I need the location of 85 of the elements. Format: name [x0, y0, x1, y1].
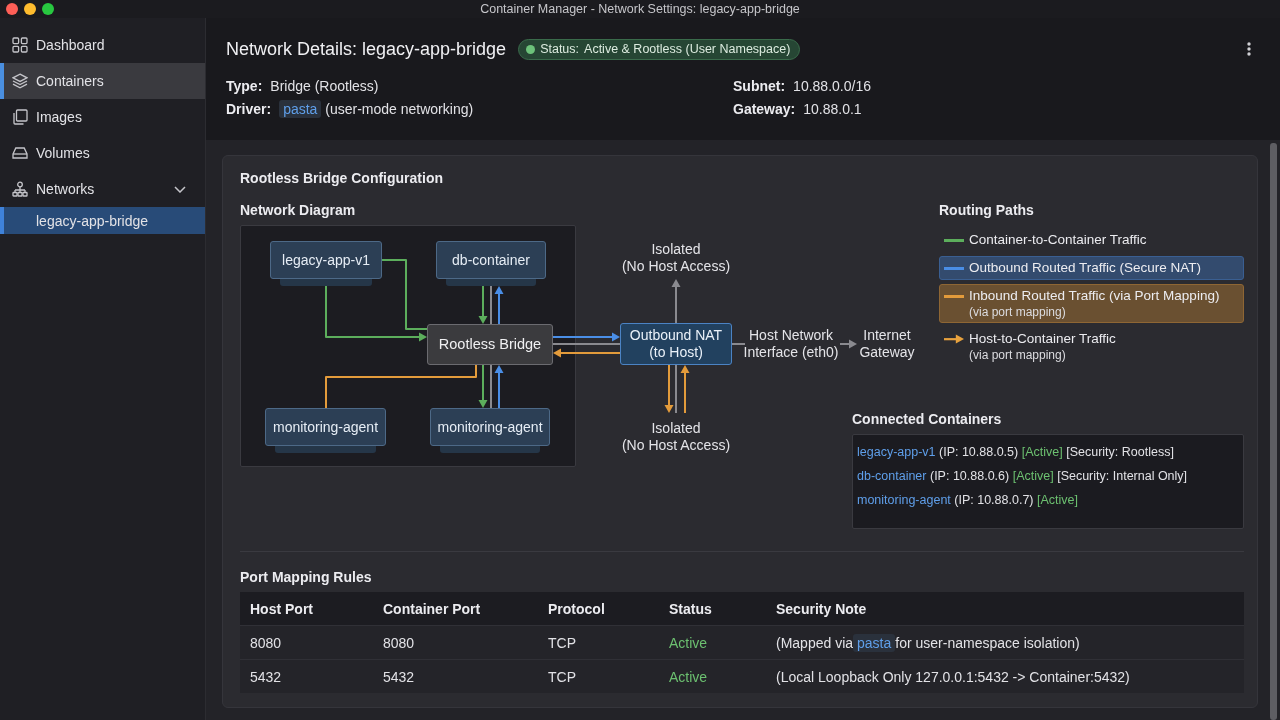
- field-label: Driver:: [226, 100, 272, 119]
- field-value: pasta (user-mode networking): [279, 98, 474, 121]
- nat-node: Outbound NAT (to Host): [620, 323, 732, 365]
- field-value: 10.88.0.1: [803, 100, 862, 119]
- maximize-button[interactable]: [42, 3, 54, 15]
- table-cell-text: TCP: [547, 633, 577, 653]
- container-details: (IP: 10.88.0.7) [Active]: [954, 493, 1078, 507]
- status-dot-icon: [526, 44, 536, 54]
- connector-arrow: [478, 285, 488, 324]
- close-button[interactable]: [6, 3, 18, 15]
- legend-note: (via port mapping): [969, 305, 1067, 320]
- sidebar-item[interactable]: Images: [0, 99, 205, 135]
- connector-arrow: [664, 364, 674, 413]
- card-title: Rootless Bridge Configuration: [240, 169, 444, 187]
- legend-label: Host-to-Container Traffic: [969, 330, 1116, 348]
- table-cell-text: Active: [668, 633, 709, 653]
- chevron-down-icon[interactable]: [174, 185, 186, 193]
- sidebar-item[interactable]: Dashboard: [0, 27, 205, 63]
- grid-icon: [12, 37, 28, 53]
- connector-line: [381, 259, 428, 330]
- table-cell-text: 8080: [382, 633, 416, 653]
- container-link[interactable]: db-container: [857, 469, 927, 483]
- column-header: Protocol: [547, 599, 606, 619]
- column-header: Container Port: [382, 599, 482, 619]
- diagram-label: Host Network Interface (eth0): [743, 327, 839, 361]
- field-label: Type:: [226, 77, 263, 96]
- minimize-button[interactable]: [24, 3, 36, 15]
- legend-label: Inbound Routed Traffic (via Port Mapping): [969, 287, 1220, 305]
- table-cell-text: TCP: [547, 667, 577, 687]
- page-title: Network Details: legacy-app-bridge: [226, 38, 507, 60]
- table-cell-text: 5432: [249, 667, 283, 687]
- connector-line: [490, 364, 492, 409]
- container-details: (IP: 10.88.0.6) [Active] [Security: Internal Only]: [930, 469, 1188, 483]
- connector-arrow: [494, 365, 504, 409]
- legend-label: Outbound Routed Traffic (Secure NAT): [969, 259, 1202, 277]
- connector-line: [731, 343, 746, 345]
- field-value: 10.88.0.0/16: [793, 77, 871, 96]
- table-cell-text: 8080: [249, 633, 283, 653]
- status-value: Active & Rootless (User Namespace): [584, 42, 791, 56]
- connector-arrow: [680, 365, 690, 414]
- connector-arrow: [478, 364, 488, 408]
- section-title: Routing Paths: [939, 201, 1035, 219]
- container-link[interactable]: monitoring-agent: [857, 493, 951, 507]
- column-header: Security Note: [775, 599, 868, 619]
- diagram-label: Internet Gateway: [859, 327, 915, 361]
- container-details: (IP: 10.88.0.5) [Active] [Security: Rootless]: [939, 445, 1174, 459]
- pages-icon: [12, 109, 28, 125]
- field-value: Bridge (Rootless): [270, 77, 379, 96]
- sidebar-item[interactable]: Containers: [0, 63, 205, 99]
- legend-note: (via port mapping): [969, 348, 1067, 363]
- sidebar-item[interactable]: legacy-app-bridge: [0, 207, 205, 234]
- connector-line: [552, 343, 621, 345]
- drive-icon: [12, 145, 28, 161]
- table-cell-text: (Mapped via pasta for user-namespace isolation): [775, 632, 1081, 654]
- more-icon: [1247, 42, 1251, 56]
- window-title: Container Manager - Network Settings: legacy-app-bridge: [480, 2, 800, 16]
- column-header: Status: [668, 599, 713, 619]
- table-cell-text: 5432: [382, 667, 416, 687]
- connector-line: [675, 364, 677, 414]
- status-label: Status:: [540, 42, 580, 56]
- connector-arrow: [671, 279, 681, 324]
- sidebar-item[interactable]: Volumes: [0, 135, 205, 171]
- connector-arrow: [839, 339, 857, 349]
- layers-icon: [12, 73, 28, 89]
- connector-line: [490, 285, 492, 325]
- sidebar-item[interactable]: Networks: [0, 171, 205, 207]
- connector-arrow: [553, 348, 621, 358]
- field-label: Subnet:: [733, 77, 786, 96]
- diagram-label: Isolated (No Host Access): [621, 241, 731, 275]
- scrollbar[interactable]: [1270, 143, 1277, 720]
- section-title: Connected Containers: [852, 410, 1003, 428]
- connector-arrow: [552, 332, 620, 342]
- table-cell-text: (Local Loopback Only 127.0.0.1:5432 -> Container:5432): [775, 667, 1131, 687]
- container-link[interactable]: legacy-app-v1: [857, 445, 936, 459]
- network-icon: [12, 181, 28, 197]
- table-cell-text: Active: [668, 667, 709, 687]
- bridge-node: Rootless Bridge: [427, 324, 553, 365]
- column-header: Host Port: [249, 599, 314, 619]
- section-title: Port Mapping Rules: [240, 568, 373, 586]
- more-button[interactable]: [1244, 42, 1254, 56]
- legend-label: Container-to-Container Traffic: [969, 231, 1147, 249]
- diagram-label: Isolated (No Host Access): [621, 420, 731, 454]
- connector-arrow: [494, 286, 504, 325]
- field-label: Gateway:: [733, 100, 796, 119]
- section-title: Network Diagram: [240, 201, 357, 219]
